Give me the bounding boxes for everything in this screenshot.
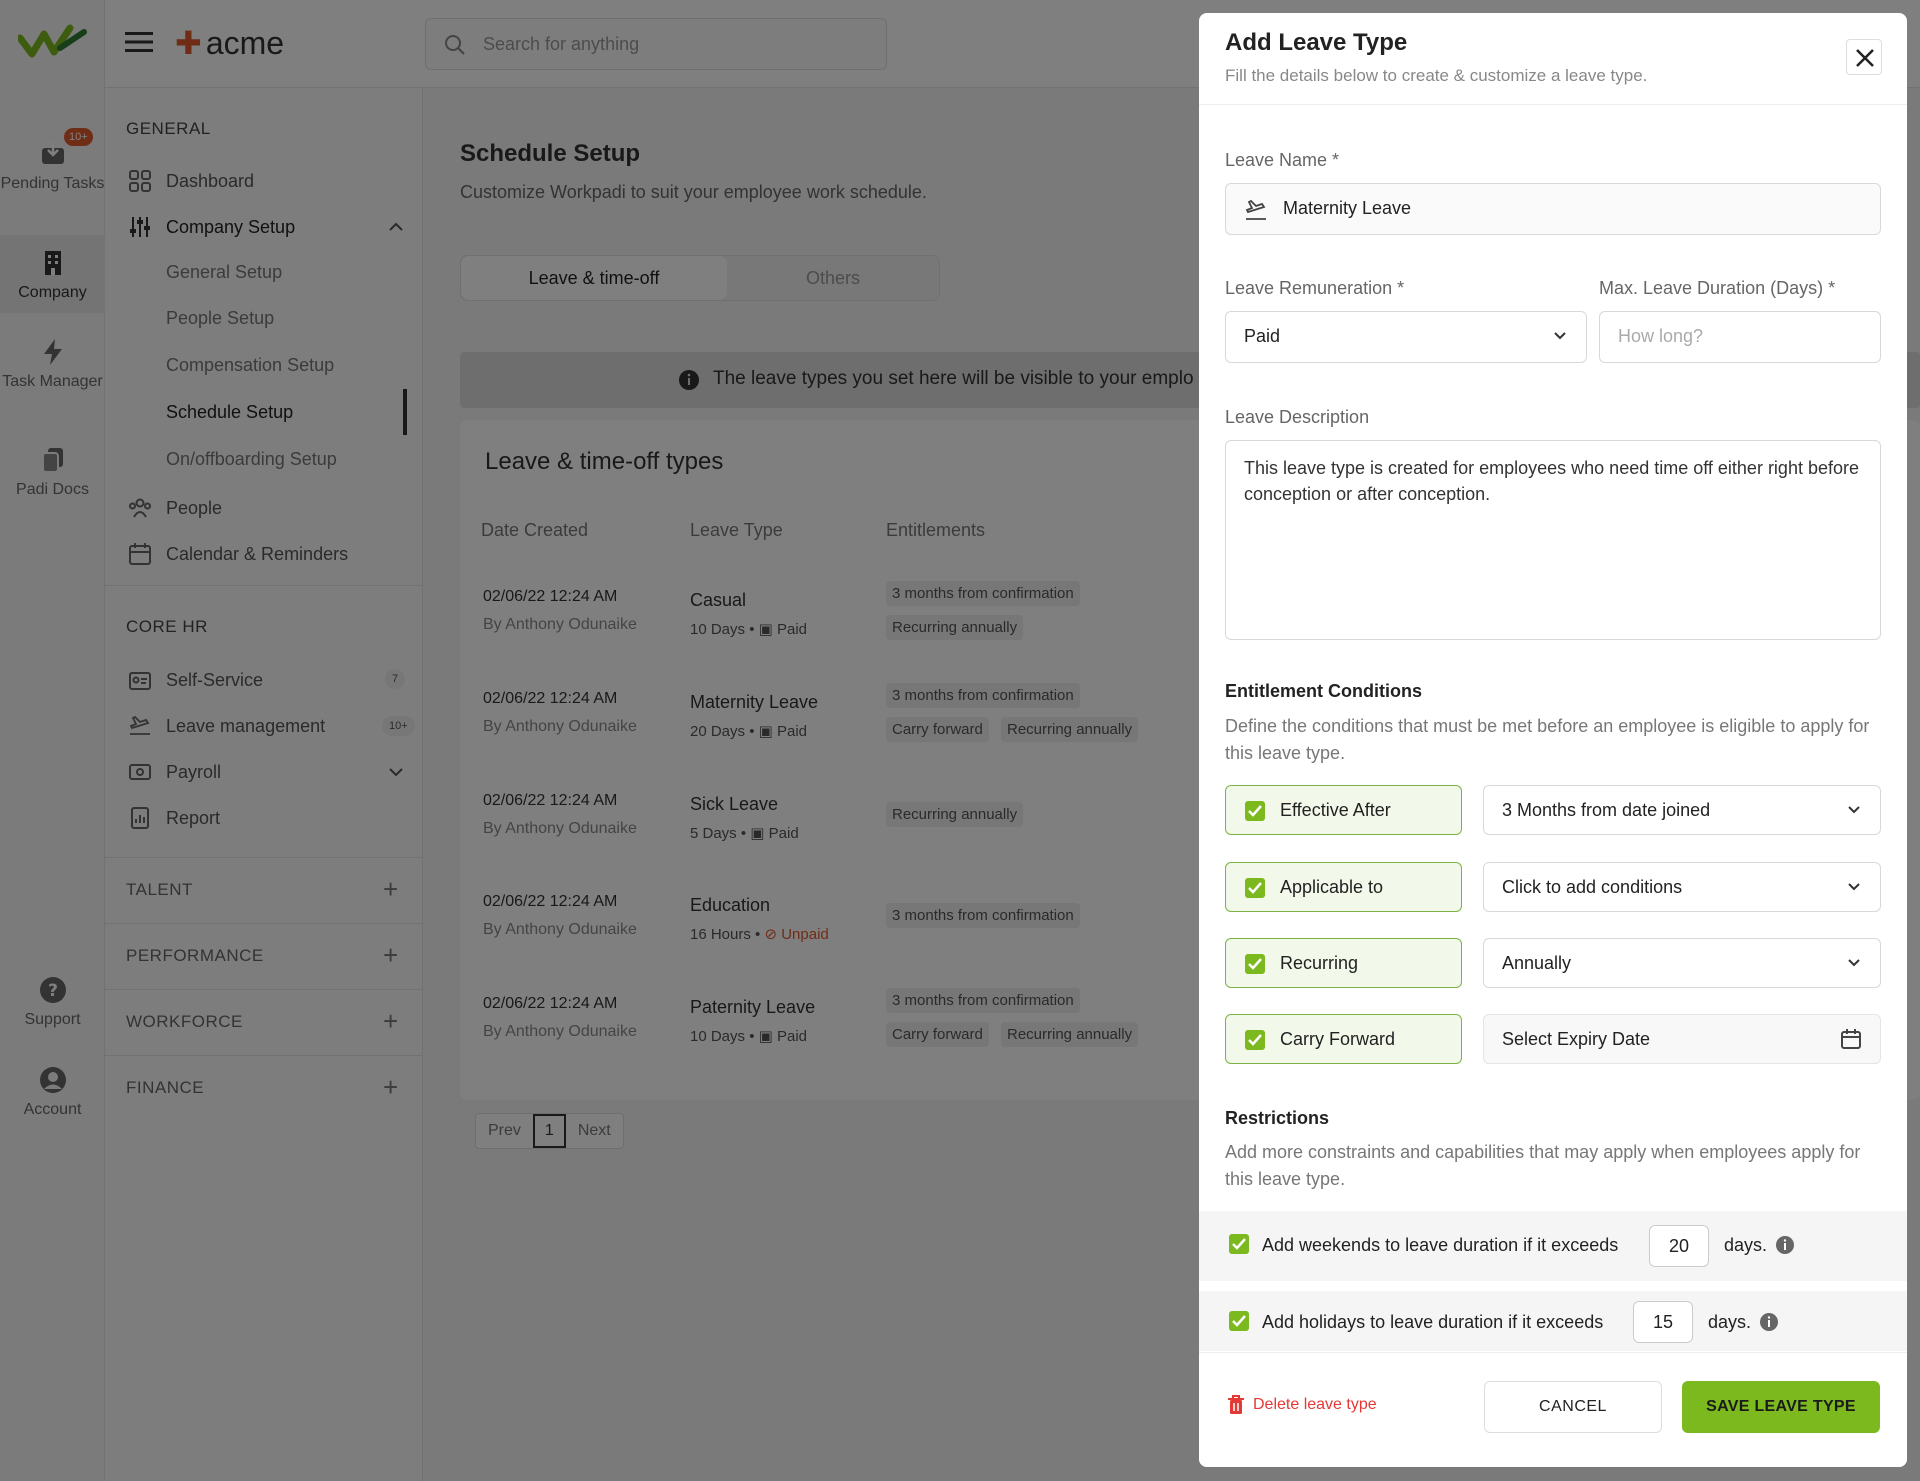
add-leave-type-modal: Add Leave Type Fill the details below to… xyxy=(1199,13,1907,1467)
restrictions-description: Add more constraints and capabilities th… xyxy=(1225,1142,1861,1189)
restriction-unit: days. xyxy=(1724,1235,1768,1255)
restriction-holidays: Add holidays to leave duration if it exc… xyxy=(1199,1291,1907,1351)
recurring-select[interactable]: Annually xyxy=(1483,938,1881,988)
condition-label: Carry Forward xyxy=(1280,1029,1396,1049)
delete-label: Delete leave type xyxy=(1253,1396,1377,1413)
condition-value: 3 Months from date joined xyxy=(1502,800,1711,820)
info-icon[interactable] xyxy=(1759,1312,1779,1332)
entitlement-title: Entitlement Conditions xyxy=(1225,681,1422,701)
checkbox-checked-icon[interactable] xyxy=(1245,1030,1265,1050)
max-duration-input[interactable]: How long? xyxy=(1599,311,1881,363)
weekends-threshold-input[interactable]: 20 xyxy=(1649,1225,1709,1267)
chevron-down-icon xyxy=(1848,883,1860,891)
condition-recurring[interactable]: Recurring xyxy=(1225,938,1462,988)
airplane-icon xyxy=(1245,199,1266,220)
chevron-down-icon xyxy=(1554,332,1566,340)
applicable-to-select[interactable]: Click to add conditions xyxy=(1483,862,1881,912)
leave-name-field[interactable]: Maternity Leave xyxy=(1225,183,1881,235)
chevron-down-icon xyxy=(1848,806,1860,814)
info-icon[interactable] xyxy=(1775,1235,1795,1255)
restriction-weekends: Add weekends to leave duration if it exc… xyxy=(1199,1211,1907,1281)
trash-icon xyxy=(1228,1395,1244,1414)
condition-value: Select Expiry Date xyxy=(1502,1029,1651,1049)
remuneration-value: Paid xyxy=(1244,326,1281,346)
delete-leave-type-button[interactable]: Delete leave type xyxy=(1227,1395,1377,1415)
restrictions-title: Restrictions xyxy=(1225,1108,1330,1128)
description-label: Leave Description xyxy=(1225,407,1370,427)
condition-label: Recurring xyxy=(1280,953,1359,973)
condition-value: Click to add conditions xyxy=(1502,877,1683,897)
expiry-date-picker[interactable]: Select Expiry Date xyxy=(1483,1014,1881,1064)
effective-after-select[interactable]: 3 Months from date joined xyxy=(1483,785,1881,835)
close-button[interactable] xyxy=(1846,39,1882,75)
description-textarea[interactable]: This leave type is created for employees… xyxy=(1225,440,1881,640)
entitlement-description: Define the conditions that must be met b… xyxy=(1225,716,1870,763)
condition-applicable-to[interactable]: Applicable to xyxy=(1225,862,1462,912)
leave-name-label: Leave Name * xyxy=(1225,150,1340,170)
modal-header: Add Leave Type Fill the details below to… xyxy=(1199,13,1907,105)
holidays-threshold-input[interactable]: 15 xyxy=(1633,1301,1693,1343)
calendar-icon xyxy=(1841,1029,1861,1049)
checkbox-checked-icon[interactable] xyxy=(1229,1311,1249,1331)
max-duration-placeholder: How long? xyxy=(1618,326,1704,346)
checkbox-checked-icon[interactable] xyxy=(1245,954,1265,974)
condition-label: Applicable to xyxy=(1280,877,1384,897)
checkbox-checked-icon[interactable] xyxy=(1245,801,1265,821)
modal-title: Add Leave Type xyxy=(1225,29,1408,56)
restriction-unit: days. xyxy=(1708,1312,1752,1332)
checkbox-checked-icon[interactable] xyxy=(1245,878,1265,898)
condition-value: Annually xyxy=(1502,953,1572,973)
cancel-button[interactable]: CANCEL xyxy=(1484,1381,1662,1433)
chevron-down-icon xyxy=(1848,959,1860,967)
modal-subtitle: Fill the details below to create & custo… xyxy=(1225,66,1648,85)
leave-name-value: Maternity Leave xyxy=(1283,198,1412,218)
remuneration-select[interactable]: Paid xyxy=(1225,311,1587,363)
modal-footer: Delete leave type CANCEL SAVE LEAVE TYPE xyxy=(1199,1352,1907,1467)
max-duration-label: Max. Leave Duration (Days) * xyxy=(1599,278,1836,298)
close-icon xyxy=(1856,49,1874,67)
restriction-text: Add weekends to leave duration if it exc… xyxy=(1262,1235,1619,1255)
condition-carry-forward[interactable]: Carry Forward xyxy=(1225,1014,1462,1064)
remuneration-label: Leave Remuneration * xyxy=(1225,278,1405,298)
condition-effective-after[interactable]: Effective After xyxy=(1225,785,1462,835)
checkbox-checked-icon[interactable] xyxy=(1229,1234,1249,1254)
save-leave-type-button[interactable]: SAVE LEAVE TYPE xyxy=(1682,1381,1880,1433)
restriction-text: Add holidays to leave duration if it exc… xyxy=(1262,1312,1604,1332)
condition-label: Effective After xyxy=(1280,800,1391,820)
